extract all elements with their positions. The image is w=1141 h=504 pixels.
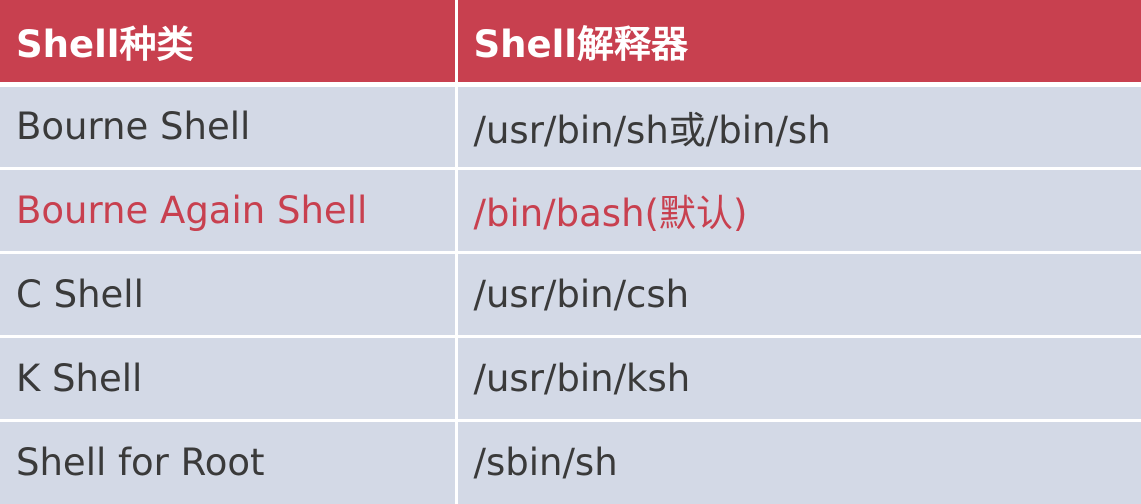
table-row-highlighted: Bourne Again Shell /bin/bash(默认) bbox=[0, 168, 1141, 254]
shell-interpreter-cell: /sbin/sh bbox=[456, 420, 1141, 504]
shell-interpreter-cell: /usr/bin/csh bbox=[456, 252, 1141, 338]
table-row: K Shell /usr/bin/ksh bbox=[0, 336, 1141, 422]
shell-type-cell: Bourne Shell bbox=[0, 84, 458, 170]
header-shell-type: Shell种类 bbox=[0, 0, 458, 87]
table-row: Bourne Shell /usr/bin/sh或/bin/sh bbox=[0, 84, 1141, 170]
table-row: C Shell /usr/bin/csh bbox=[0, 252, 1141, 338]
table-row: Shell for Root /sbin/sh bbox=[0, 420, 1141, 504]
shell-interpreter-cell: /usr/bin/sh或/bin/sh bbox=[456, 84, 1141, 170]
header-shell-interpreter: Shell解释器 bbox=[456, 0, 1141, 87]
shell-table: Shell种类 Shell解释器 Bourne Shell /usr/bin/s… bbox=[0, 0, 1141, 504]
table-header-row: Shell种类 Shell解释器 bbox=[0, 0, 1141, 87]
shell-interpreter-cell: /usr/bin/ksh bbox=[456, 336, 1141, 422]
shell-type-cell: K Shell bbox=[0, 336, 458, 422]
shell-type-cell: Shell for Root bbox=[0, 420, 458, 504]
shell-interpreter-cell: /bin/bash(默认) bbox=[456, 168, 1141, 254]
shell-type-cell: C Shell bbox=[0, 252, 458, 338]
shell-type-cell: Bourne Again Shell bbox=[0, 168, 458, 254]
